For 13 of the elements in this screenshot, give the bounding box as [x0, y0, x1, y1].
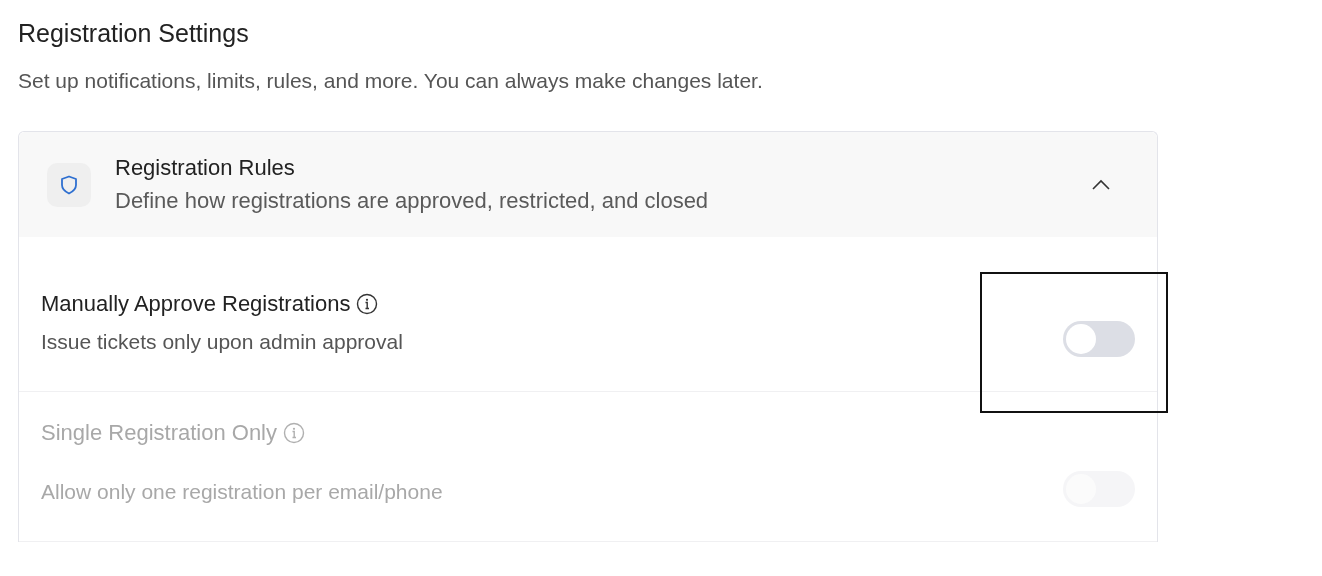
setting-title: Single Registration Only — [41, 419, 277, 447]
page-title: Registration Settings — [18, 18, 250, 49]
setting-title: Manually Approve Registrations — [41, 290, 351, 318]
section-title: Registration Rules — [115, 153, 296, 182]
page-subtitle: Set up notifications, limits, rules, and more. You can always make changes later. — [18, 68, 764, 94]
shield-icon — [47, 162, 91, 207]
toggle-switch[interactable] — [1063, 321, 1135, 357]
section-header[interactable]: Registration Rules Define how registrations are approved, restricted, and closed — [19, 132, 1157, 237]
setting-description: Issue tickets only upon admin approval — [41, 329, 403, 355]
setting-description: Allow only one registration per email/phone — [41, 479, 443, 505]
section-description: Define how registrations are approved, restricted, and closed — [115, 186, 710, 215]
chevron-icon[interactable] — [1091, 178, 1111, 191]
info-icon[interactable] — [356, 293, 379, 315]
